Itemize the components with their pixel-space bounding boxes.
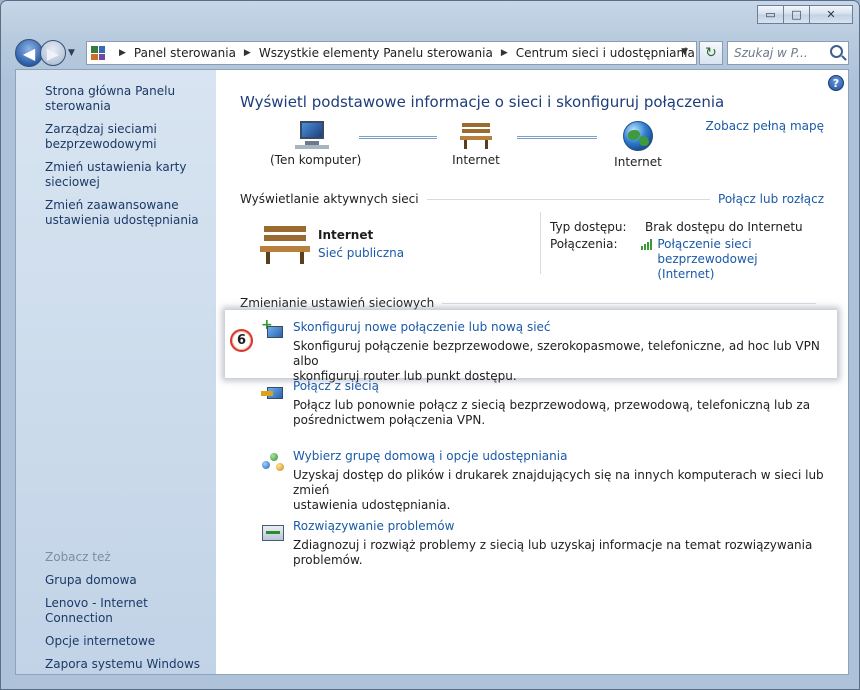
connect-network-link[interactable]: Połącz z siecią: [293, 379, 379, 393]
task-list: 6 + Skonfiguruj nowe połączenie lub nową…: [225, 310, 844, 588]
globe-icon: [623, 121, 653, 151]
homegroup-icon: [261, 451, 285, 473]
task-troubleshoot: Rozwiązywanie problemów Zdiagnozuj i roz…: [240, 518, 844, 588]
new-connection-link[interactable]: Skonfiguruj nowe połączenie lub nową sie…: [293, 320, 551, 334]
map-node-computer[interactable]: (Ten komputer): [270, 121, 362, 167]
refresh-button[interactable]: ↻: [699, 41, 723, 65]
address-dropdown-icon[interactable]: ▼: [681, 47, 688, 57]
wireless-signal-icon: [641, 239, 653, 250]
wireless-connection-link[interactable]: Połączenie sieci bezprzewodowej (Interne…: [657, 237, 848, 282]
map-node-label: Internet: [452, 153, 500, 167]
control-panel-icon: [91, 46, 105, 60]
see-also-title: Zobacz też: [45, 550, 111, 564]
bench-icon: [460, 121, 492, 149]
wireless-connection-name: Połączenie sieci bezprzewodowej: [657, 237, 758, 266]
minimize-button[interactable]: ▭: [757, 5, 784, 24]
breadcrumb-control-panel[interactable]: Panel sterowania: [134, 46, 236, 60]
map-connector: [359, 136, 437, 139]
map-node-public-network[interactable]: Internet: [450, 121, 502, 167]
network-type-link[interactable]: Sieć publiczna: [318, 246, 404, 260]
active-networks-header: Wyświetlanie aktywnych sieci Połącz lub …: [240, 192, 824, 206]
sidebar-item-adapter-settings[interactable]: Zmień ustawienia karty sieciowej: [16, 160, 216, 190]
see-also-internet-options[interactable]: Opcje internetowe: [45, 634, 216, 649]
close-button[interactable]: ✕: [809, 5, 853, 24]
breadcrumb-separator-icon[interactable]: ▶: [119, 48, 126, 58]
see-also-lenovo-connection[interactable]: Lenovo - Internet Connection: [45, 596, 216, 626]
task-description: Uzyskaj dostęp do plików i drukarek znaj…: [293, 468, 824, 512]
forward-button[interactable]: ▶: [40, 40, 66, 66]
page-title: Wyświetl podstawowe informacje o sieci i…: [240, 93, 725, 111]
task-homegroup: Wybierz grupę domową i opcje udostępnian…: [240, 448, 844, 518]
connections-label: Połączenia:: [550, 237, 618, 251]
map-node-label: (Ten komputer): [270, 153, 362, 167]
map-node-internet[interactable]: Internet: [612, 121, 664, 169]
sidebar-item-control-panel-home[interactable]: Strona główna Panelu sterowania: [16, 84, 216, 114]
change-settings-header: Zmienianie ustawień sieciowych: [240, 296, 824, 310]
computer-icon: [295, 121, 329, 149]
map-node-label: Internet: [614, 155, 662, 169]
back-button[interactable]: ◀: [15, 39, 43, 67]
see-also-list: Grupa domowa Lenovo - Internet Connectio…: [45, 573, 216, 680]
active-networks-heading: Wyświetlanie aktywnych sieci: [240, 192, 419, 206]
address-bar[interactable]: ▶ Panel sterowania ▶ Wszystkie elementy …: [86, 41, 697, 65]
homegroup-link[interactable]: Wybierz grupę domową i opcje udostępnian…: [293, 449, 567, 463]
troubleshoot-link[interactable]: Rozwiązywanie problemów: [293, 519, 454, 533]
network-properties: Typ dostępu: Brak dostępu do Internetu P…: [550, 220, 848, 285]
breadcrumb-network-center[interactable]: Centrum sieci i udostępniania: [516, 46, 695, 60]
search-input[interactable]: Szukaj w P...: [727, 41, 849, 65]
main-panel: Wyświetl podstawowe informacje o sieci i…: [225, 70, 848, 674]
sidebar-item-advanced-sharing[interactable]: Zmień zaawansowane ustawienia udostępnia…: [16, 198, 216, 228]
breadcrumb-separator-icon[interactable]: ▶: [501, 48, 508, 58]
task-description: Zdiagnozuj i rozwiąż problemy z siecią l…: [293, 538, 813, 567]
change-settings-heading: Zmienianie ustawień sieciowych: [240, 296, 435, 310]
full-map-link[interactable]: Zobacz pełną mapę: [706, 119, 824, 133]
active-network: Internet Sieć publiczna: [260, 222, 540, 272]
caption-buttons: ▭ □ ✕: [757, 5, 853, 24]
breadcrumb-all-items[interactable]: Wszystkie elementy Panelu sterowania: [259, 46, 493, 60]
recent-pages-dropdown-icon[interactable]: ▼: [68, 48, 80, 58]
wireless-connection-network: (Internet): [657, 267, 715, 281]
maximize-button[interactable]: □: [783, 5, 810, 24]
sidebar-item-manage-wireless[interactable]: Zarządzaj sieciami bezprzewodowymi: [16, 122, 216, 152]
breadcrumb-separator-icon[interactable]: ▶: [244, 48, 251, 58]
connect-disconnect-link[interactable]: Połącz lub rozłącz: [718, 192, 824, 206]
divider: [540, 212, 541, 274]
see-also-homegroup[interactable]: Grupa domowa: [45, 573, 216, 588]
search-icon[interactable]: [830, 45, 843, 58]
content-area: Strona główna Panelu sterowania Zarządza…: [15, 69, 849, 675]
window: ▭ □ ✕ ◀ ▶ ▼ ▶ Panel sterowania ▶ Wszystk…: [0, 0, 860, 690]
navigation-bar: ◀ ▶ ▼ ▶ Panel sterowania ▶ Wszystkie ele…: [15, 39, 849, 67]
new-connection-icon: +: [261, 318, 285, 341]
network-map: (Ten komputer) Internet Internet: [270, 121, 670, 171]
troubleshoot-icon: [261, 521, 285, 543]
search-placeholder: Szukaj w P...: [734, 46, 808, 60]
connect-network-icon: [261, 381, 285, 403]
sidebar: Strona główna Panelu sterowania Zarządza…: [16, 70, 216, 674]
see-also-firewall[interactable]: Zapora systemu Windows: [45, 657, 216, 672]
access-type-value: Brak dostępu do Internetu: [645, 220, 803, 234]
map-connector: [517, 136, 597, 139]
task-connect-network: Połącz z siecią Połącz lub ponownie połą…: [240, 378, 844, 448]
task-new-connection: 6 + Skonfiguruj nowe połączenie lub nową…: [225, 310, 837, 383]
refresh-icon: ↻: [705, 45, 717, 61]
access-type-label: Typ dostępu:: [550, 220, 627, 234]
public-network-bench-icon: [260, 224, 310, 264]
callout-badge: 6: [230, 329, 253, 352]
task-description: Połącz lub ponownie połącz z siecią bezp…: [293, 398, 811, 427]
network-name: Internet: [318, 228, 374, 242]
